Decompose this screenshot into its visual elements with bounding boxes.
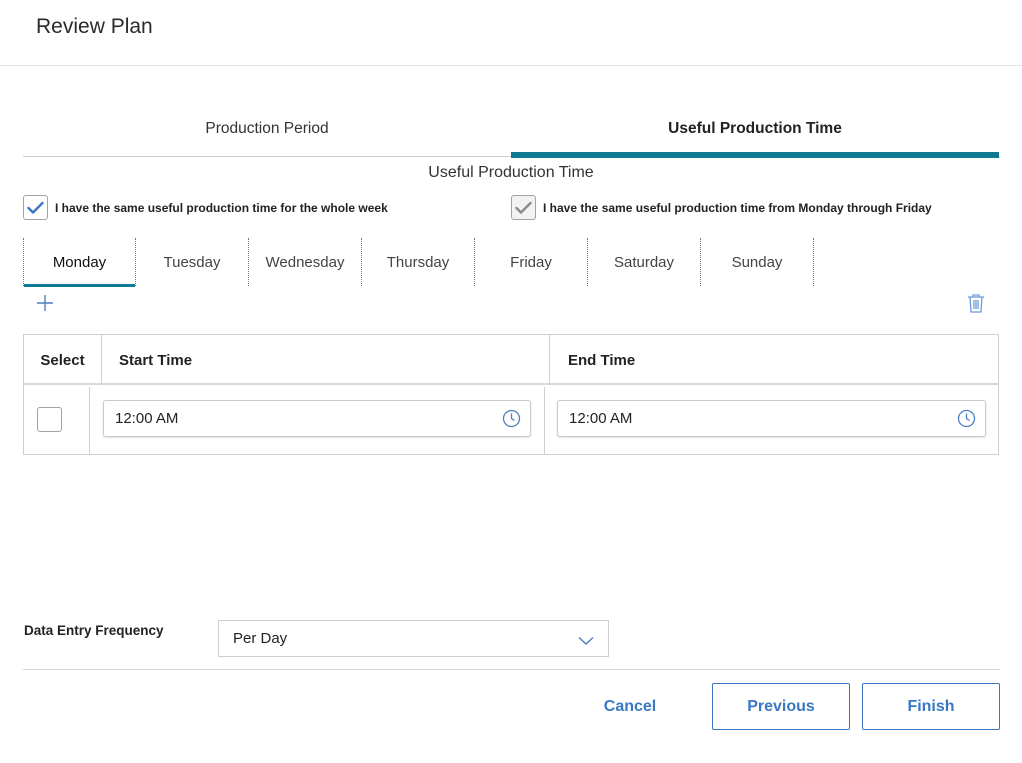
day-tabs: Monday Tuesday Wednesday Thursday Friday… (23, 238, 823, 288)
add-row-button[interactable] (36, 294, 54, 317)
chevron-down-icon (578, 633, 594, 650)
same-mon-fri-checkbox[interactable] (511, 195, 536, 220)
data-entry-frequency-select[interactable]: Per Day (218, 620, 609, 657)
end-time-value: 12:00 AM (569, 410, 633, 427)
same-mon-fri-label: I have the same useful production time f… (543, 200, 932, 215)
data-entry-frequency-label: Data Entry Frequency (24, 623, 164, 638)
same-whole-week-label: I have the same useful production time f… (55, 200, 388, 215)
plus-icon (37, 295, 53, 311)
tab-saturday[interactable]: Saturday (588, 238, 701, 286)
time-grid: Select Start Time End Time 12:00 AM 12:0… (23, 334, 999, 455)
section-title: Useful Production Time (428, 164, 594, 181)
tab-friday[interactable]: Friday (475, 238, 588, 286)
checkmark-icon (27, 201, 44, 214)
same-whole-week-option: I have the same useful production time f… (23, 195, 388, 220)
clock-icon[interactable] (957, 409, 976, 432)
tab-useful-production-time[interactable]: Useful Production Time (511, 100, 999, 158)
main-tabs: Production Period Useful Production Time (23, 100, 1000, 158)
footer-divider (23, 669, 1000, 670)
column-header-start-time: Start Time (102, 335, 550, 385)
delete-row-button[interactable] (967, 293, 985, 318)
same-whole-week-checkbox[interactable] (23, 195, 48, 220)
frequency-value: Per Day (233, 630, 288, 647)
cancel-button[interactable]: Cancel (575, 683, 685, 730)
checkmark-icon (515, 201, 532, 214)
dialog-header: Review Plan (0, 0, 1022, 66)
select-cell (24, 387, 90, 454)
end-time-input[interactable]: 12:00 AM (557, 400, 986, 437)
tab-wednesday[interactable]: Wednesday (249, 238, 362, 286)
tab-sunday[interactable]: Sunday (701, 238, 814, 286)
start-time-input[interactable]: 12:00 AM (103, 400, 531, 437)
column-header-select: Select (24, 335, 102, 385)
table-row: 12:00 AM 12:00 AM (24, 387, 998, 455)
tab-monday[interactable]: Monday (23, 238, 136, 287)
start-time-value: 12:00 AM (115, 410, 179, 427)
row-select-checkbox[interactable] (37, 407, 62, 432)
previous-button[interactable]: Previous (712, 683, 850, 730)
finish-button[interactable]: Finish (862, 683, 1000, 730)
column-header-end-time: End Time (568, 351, 636, 369)
same-mon-fri-option: I have the same useful production time f… (511, 195, 932, 220)
page-title: Review Plan (36, 15, 153, 38)
tab-tuesday[interactable]: Tuesday (136, 238, 249, 286)
grid-header: Select Start Time End Time (24, 335, 998, 385)
cell-divider (544, 387, 545, 454)
tab-thursday[interactable]: Thursday (362, 238, 475, 286)
clock-icon[interactable] (502, 409, 521, 432)
trash-icon (968, 294, 984, 313)
tab-production-period[interactable]: Production Period (23, 100, 511, 157)
